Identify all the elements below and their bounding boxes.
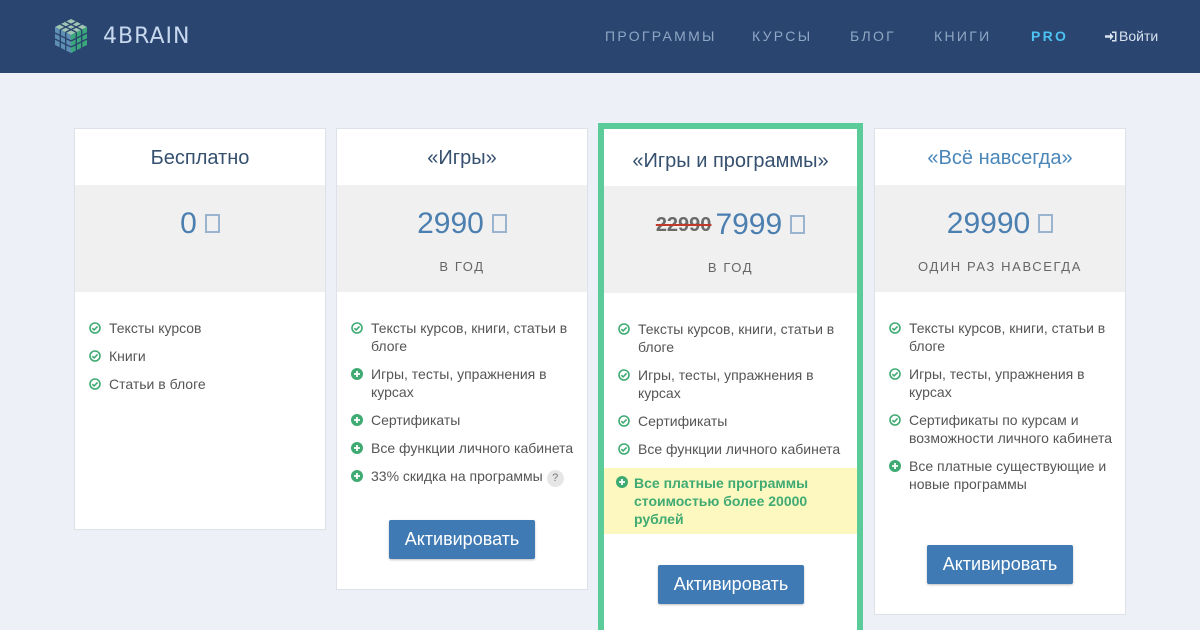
plan-card-games: «Игры» 2990 В ГОД Тексты курсов, книги, … xyxy=(336,128,588,590)
plan-period: В ГОД xyxy=(707,260,754,275)
plan-price: 0 xyxy=(75,207,325,241)
check-circle-icon xyxy=(889,414,901,426)
feature-text: Сертификаты xyxy=(638,413,728,429)
feature-text: Все платные программы стоимостью более 2… xyxy=(634,475,809,527)
feature-list: Тексты курсов, книги, статьи в блоге Игр… xyxy=(889,319,1115,503)
plus-circle-icon xyxy=(889,460,901,472)
plan-title: Бесплатно xyxy=(150,147,250,169)
logo-text: 4BRAIN xyxy=(103,23,191,49)
check-circle-icon xyxy=(618,443,630,455)
plan-price: 22990 7999 xyxy=(604,208,857,242)
feature-text: Все функции личного кабинета xyxy=(638,441,841,457)
feature-item: Сертификаты xyxy=(618,412,847,430)
feature-text: Игры, тесты, упражнения в курсах xyxy=(638,367,814,401)
feature-item: Тексты курсов, книги, статьи в блоге xyxy=(351,319,577,355)
feature-item: Игры, тесты, упражнения в курсах xyxy=(351,365,577,401)
feature-text: 33% скидка на программы xyxy=(371,468,543,484)
check-circle-icon xyxy=(89,350,101,362)
feature-item: Тексты курсов, книги, статьи в блоге xyxy=(618,320,847,356)
plus-circle-icon xyxy=(351,470,363,482)
nav-programs[interactable]: ПРОГРАММЫ xyxy=(605,28,717,44)
price-band: 0 xyxy=(75,185,325,292)
plus-circle-icon xyxy=(616,476,628,488)
plan-card-lifetime: «Всё навсегда» 29990 ОДИН РАЗ НАВСЕГДА Т… xyxy=(874,128,1126,615)
site-logo[interactable]: 4BRAIN xyxy=(53,18,190,54)
check-circle-icon xyxy=(351,322,363,334)
feature-item: Игры, тесты, упражнения в курсах xyxy=(618,366,847,402)
plan-title: «Игры и программы» xyxy=(632,150,829,172)
check-circle-icon xyxy=(889,368,901,380)
login-label: Войти xyxy=(1119,28,1159,44)
feature-item: Все функции личного кабинета xyxy=(618,440,847,458)
activate-button[interactable]: Активировать xyxy=(927,545,1073,584)
nav-courses[interactable]: КУРСЫ xyxy=(752,28,812,44)
activate-button[interactable]: Активировать xyxy=(658,565,804,604)
feature-text: Тексты курсов xyxy=(109,320,202,336)
price-value: 2990 xyxy=(417,207,484,240)
price-value: 0 xyxy=(180,207,197,240)
feature-item: Книги xyxy=(89,347,315,365)
feature-text: Все функции личного кабинета xyxy=(371,440,574,456)
top-navbar: 4BRAIN ПРОГРАММЫ КУРСЫ БЛОГ КНИГИ PRO Во… xyxy=(0,0,1200,73)
check-circle-icon xyxy=(618,323,630,335)
currency-icon xyxy=(204,213,220,233)
feature-list: Тексты курсов, книги, статьи в блоге Игр… xyxy=(351,319,577,497)
sign-in-icon xyxy=(1105,31,1117,42)
feature-text: Тексты курсов, книги, статьи в блоге xyxy=(638,321,835,355)
plus-circle-icon xyxy=(351,414,363,426)
check-circle-icon xyxy=(618,415,630,427)
feature-item: Тексты курсов, книги, статьи в блоге xyxy=(889,319,1115,355)
feature-text: Все платные существующие и новые програм… xyxy=(909,458,1107,492)
feature-text: Сертификаты xyxy=(371,412,461,428)
check-circle-icon xyxy=(889,322,901,334)
plan-card-free: Бесплатно 0 Тексты курсов Книги Статьи в… xyxy=(74,128,326,530)
plan-price: 29990 xyxy=(875,207,1125,241)
feature-text: Игры, тесты, упражнения в курсах xyxy=(371,366,547,400)
feature-item: 33% скидка на программы? xyxy=(351,467,577,487)
activate-button[interactable]: Активировать xyxy=(389,520,535,559)
nav-blog[interactable]: БЛОГ xyxy=(850,28,896,44)
feature-item: Тексты курсов xyxy=(89,319,315,337)
price-band: 22990 7999 В ГОД xyxy=(604,186,857,293)
feature-item-highlighted: Все платные программы стоимостью более 2… xyxy=(604,468,857,534)
feature-text: Тексты курсов, книги, статьи в блоге xyxy=(371,320,568,354)
currency-icon xyxy=(790,214,806,234)
feature-text: Игры, тесты, упражнения в курсах xyxy=(909,366,1085,400)
plan-price: 2990 xyxy=(337,207,587,241)
feature-item: Игры, тесты, упражнения в курсах xyxy=(889,365,1115,401)
feature-item: Все функции личного кабинета xyxy=(351,439,577,457)
login-link[interactable]: Войти xyxy=(1105,28,1158,44)
plus-circle-icon xyxy=(351,368,363,380)
help-tooltip-icon[interactable]: ? xyxy=(546,470,564,487)
feature-item: Сертификаты по курсам и возможности личн… xyxy=(889,411,1115,447)
feature-text: Статьи в блоге xyxy=(109,376,206,392)
plan-period: ОДИН РАЗ НАВСЕГДА xyxy=(918,259,1082,274)
nav-pro[interactable]: PRO xyxy=(1031,28,1068,44)
price-band: 29990 ОДИН РАЗ НАВСЕГДА xyxy=(875,185,1125,292)
nav-books[interactable]: КНИГИ xyxy=(934,28,991,44)
currency-icon xyxy=(491,213,507,233)
price-value: 29990 xyxy=(946,207,1031,240)
logo-cube-icon xyxy=(54,19,88,53)
plan-title: «Всё навсегда» xyxy=(927,147,1073,169)
plan-period: В ГОД xyxy=(439,259,485,274)
old-price: 22990 xyxy=(655,214,712,236)
feature-text: Сертификаты по курсам и возможности личн… xyxy=(909,412,1113,446)
price-band: 2990 В ГОД xyxy=(337,185,587,292)
feature-list: Тексты курсов, книги, статьи в блоге Игр… xyxy=(604,320,857,544)
plus-circle-icon xyxy=(351,442,363,454)
feature-item: Статьи в блоге xyxy=(89,375,315,393)
price-value: 7999 xyxy=(715,208,783,241)
feature-list: Тексты курсов Книги Статьи в блоге xyxy=(89,319,315,403)
currency-icon xyxy=(1038,213,1054,233)
check-circle-icon xyxy=(89,322,101,334)
feature-text: Тексты курсов, книги, статьи в блоге xyxy=(909,320,1106,354)
check-circle-icon xyxy=(618,369,630,381)
feature-item: Сертификаты xyxy=(351,411,577,429)
feature-text: Книги xyxy=(109,348,146,364)
plan-title: «Игры» xyxy=(427,147,497,169)
check-circle-icon xyxy=(89,378,101,390)
plan-card-games-and-programs: «Игры и программы» 22990 7999 В ГОД Текст… xyxy=(598,123,863,630)
feature-item: Все платные существующие и новые програм… xyxy=(889,457,1115,493)
